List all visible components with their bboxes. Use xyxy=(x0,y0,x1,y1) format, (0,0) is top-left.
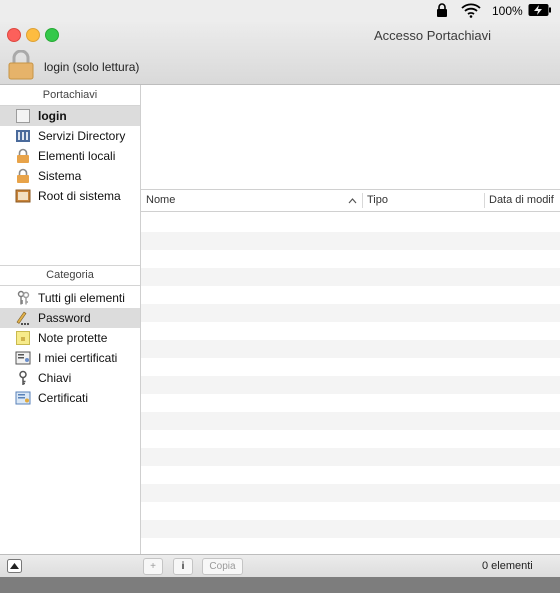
keychains-header: Portachiavi xyxy=(42,89,98,101)
lock-status-label: login (solo lettura) xyxy=(44,60,140,74)
lock-status-icon[interactable] xyxy=(436,3,448,18)
empty-row-stripe xyxy=(141,232,560,250)
window-title: Accesso Portachiavi xyxy=(374,28,492,43)
sidebar-item-label: Tutti gli elementi xyxy=(38,291,125,305)
empty-row-stripe xyxy=(141,484,560,502)
copy-button[interactable]: Copia xyxy=(202,558,243,575)
bottom-toolbar: + i Copia 0 elementi xyxy=(0,554,560,577)
column-header-nome[interactable]: Nome xyxy=(146,194,175,206)
column-separator[interactable] xyxy=(484,193,485,208)
divider xyxy=(0,285,140,286)
sidebar-item-label: Root di sistema xyxy=(38,189,121,203)
empty-row-stripe xyxy=(141,376,560,394)
title-bar: Accesso Portachiavi login (solo lettura) xyxy=(0,22,560,85)
keychain-blank-icon xyxy=(16,109,30,123)
sidebar-item-servizi-directory[interactable]: Servizi Directory xyxy=(0,126,140,146)
minimize-button[interactable] xyxy=(26,28,40,42)
empty-row-stripe xyxy=(141,340,560,358)
certificate-icon xyxy=(15,391,31,405)
directory-icon xyxy=(16,130,30,142)
sidebar-item-label: I miei certificati xyxy=(38,351,118,365)
sidebar-item-certificati[interactable]: Certificati xyxy=(0,388,140,408)
close-button[interactable] xyxy=(7,28,21,42)
sidebar-item-i-miei-certificati[interactable]: I miei certificati xyxy=(0,348,140,368)
add-item-label: + xyxy=(150,561,156,572)
sidebar-item-tutti-gli-elementi[interactable]: Tutti gli elementi xyxy=(0,288,140,308)
sidebar-item-login[interactable]: login xyxy=(0,106,140,126)
sidebar-item-root-di-sistema[interactable]: Root di sistema xyxy=(0,186,140,206)
sidebar-item-label: Password xyxy=(38,311,91,325)
sidebar-item-label: login xyxy=(38,109,67,123)
table-header: Nome Tipo Data di modif xyxy=(141,189,560,212)
category-header: Categoria xyxy=(46,269,94,281)
pencil-dots-icon xyxy=(16,311,29,325)
battery-charging-icon[interactable] xyxy=(528,3,552,17)
info-label: i xyxy=(181,561,185,572)
column-header-data-di-modifica[interactable]: Data di modif xyxy=(489,194,554,206)
empty-row-stripe xyxy=(141,268,560,286)
item-count: 0 elementi xyxy=(482,560,533,572)
lock-icon xyxy=(17,148,29,163)
info-button[interactable]: i xyxy=(173,558,193,575)
empty-row-stripe xyxy=(141,448,560,466)
fullscreen-button[interactable] xyxy=(45,28,59,42)
key-icon xyxy=(19,370,27,385)
sidebar-item-label: Chiavi xyxy=(38,371,72,385)
column-header-tipo[interactable]: Tipo xyxy=(367,194,388,206)
items-panel: Nome Tipo Data di modif xyxy=(141,85,560,554)
padlock-icon[interactable] xyxy=(8,50,34,80)
sidebar-item-label: Note protette xyxy=(38,331,108,345)
empty-row-stripe xyxy=(141,520,560,538)
sidebar-item-note-protette[interactable]: Note protette xyxy=(0,328,140,348)
menu-bar: 100% xyxy=(0,0,560,22)
sort-ascending-icon[interactable] xyxy=(348,198,357,204)
show-hide-sidebar-icon[interactable] xyxy=(7,559,22,573)
keys-icon xyxy=(17,290,30,305)
copy-label: Copia xyxy=(209,561,236,572)
keychain-window: Accesso Portachiavi login (solo lettura)… xyxy=(0,22,560,577)
lock-icon xyxy=(17,168,29,183)
wifi-icon[interactable] xyxy=(461,3,481,18)
cabinet-icon xyxy=(15,189,31,203)
divider xyxy=(0,265,140,266)
sidebar-item-label: Servizi Directory xyxy=(38,129,126,143)
column-separator[interactable] xyxy=(362,193,363,208)
note-icon xyxy=(16,331,30,345)
sidebar-item-label: Sistema xyxy=(38,169,82,183)
sidebar-item-label: Certificati xyxy=(38,391,89,405)
sidebar-item-password[interactable]: Password xyxy=(0,308,140,328)
sidebar-item-label: Elementi locali xyxy=(38,149,116,163)
add-item-button[interactable]: + xyxy=(143,558,163,575)
empty-row-stripe xyxy=(141,304,560,322)
battery-percentage: 100% xyxy=(492,4,523,18)
item-preview-area xyxy=(141,85,560,189)
sidebar: Portachiavi login Servizi Directory Elem… xyxy=(0,85,141,554)
sidebar-item-sistema[interactable]: Sistema xyxy=(0,166,140,186)
sidebar-item-chiavi[interactable]: Chiavi xyxy=(0,368,140,388)
empty-row-stripe xyxy=(141,412,560,430)
my-certificate-icon xyxy=(15,351,31,365)
sidebar-item-elementi-locali[interactable]: Elementi locali xyxy=(0,146,140,166)
